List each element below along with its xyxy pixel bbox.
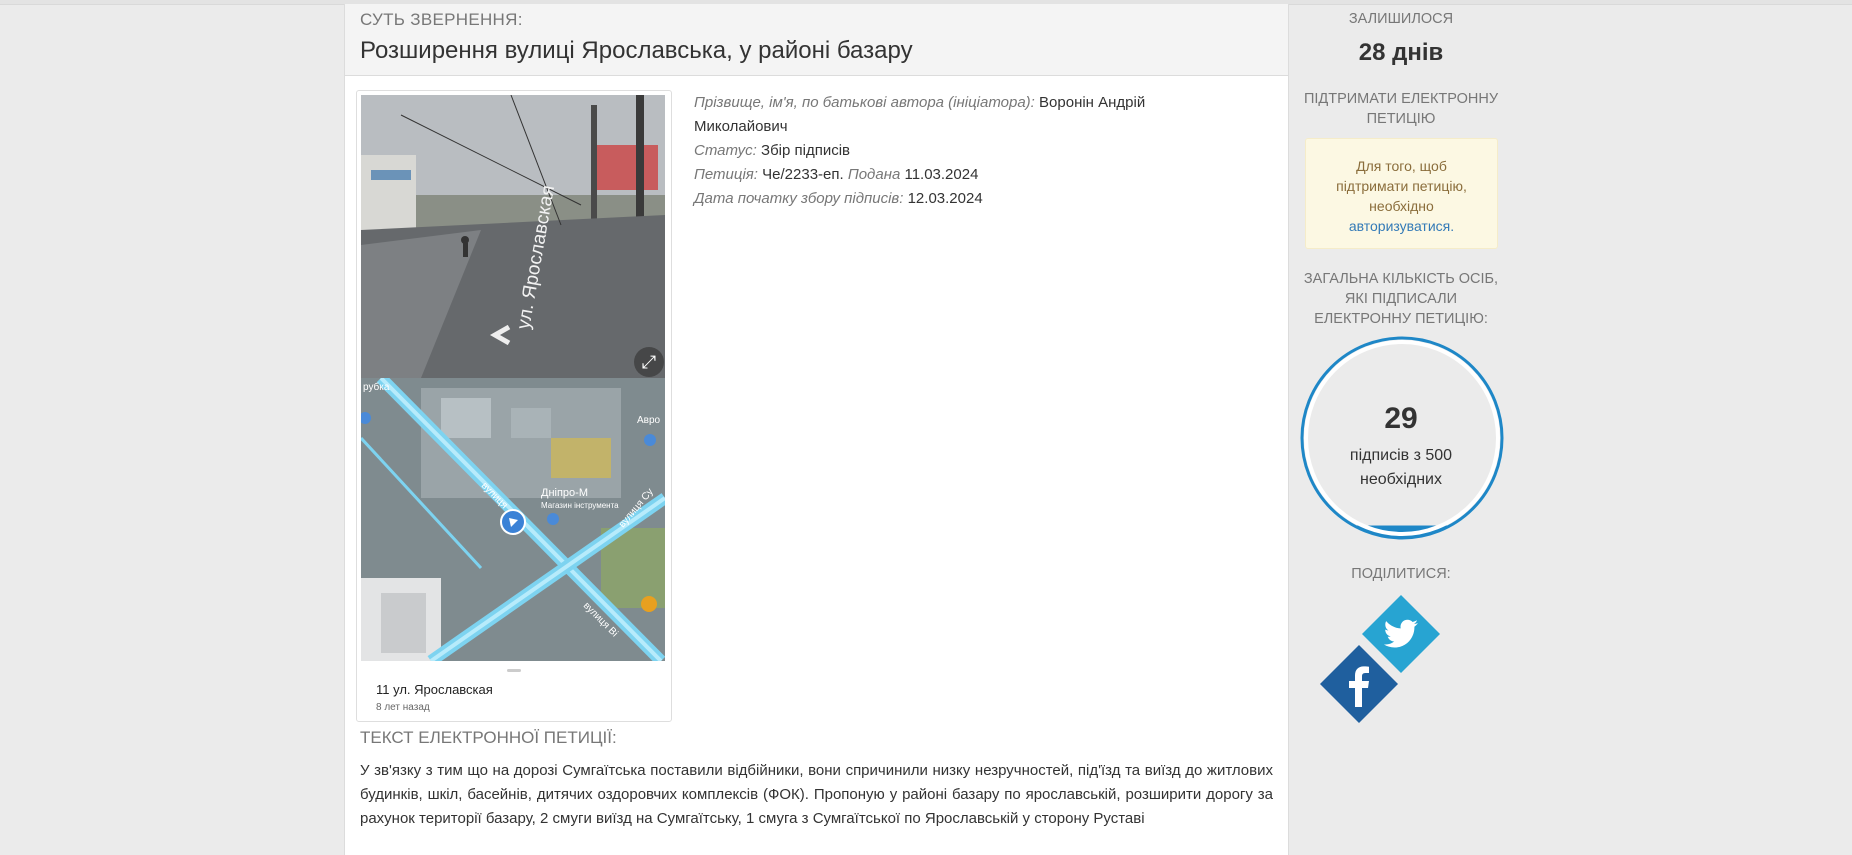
petition-header: СУТЬ ЗВЕРНЕННЯ: Розширення вулиці Яросла… [345, 4, 1288, 76]
petition-label: Петиція: [694, 166, 758, 183]
start-label: Дата початку збору підписів: [694, 190, 904, 207]
status-row: Статус: Збір підписів [694, 139, 850, 163]
status-label: Статус: [694, 142, 757, 159]
map-label-rubka: рубка [363, 381, 390, 393]
status-value: Збір підписів [761, 142, 851, 159]
signature-count: 29 [1384, 402, 1418, 435]
start-date-row: Дата початку збору підписів: 12.03.2024 [694, 187, 983, 211]
login-link[interactable]: авторизуватися. [1349, 218, 1454, 234]
share-label: ПОДІЛИТИСЯ: [1351, 566, 1451, 582]
map-image: Дніпро-М Магазин інструмента вулиця Су в… [361, 378, 665, 661]
submitted-label: Подана [847, 166, 901, 183]
notice-text: Для того, щоб підтримати петицію, необхі… [1336, 158, 1467, 214]
sidebar: ЗАЛИШИЛОСЯ 28 днів ПІДТРИМАТИ ЕЛЕКТРОННУ… [1290, 4, 1512, 855]
petition-main: СУТЬ ЗВЕРНЕННЯ: Розширення вулиці Яросла… [344, 4, 1289, 855]
section-label-essence: СУТЬ ЗВЕРНЕННЯ: [360, 10, 523, 29]
map-photo[interactable]: Дніпро-М Магазин інструмента вулиця Су в… [361, 378, 665, 661]
petition-text: У зв'язку з тим що на дорозі Сумгаїтська… [360, 762, 1273, 827]
remaining-label: ЗАЛИШИЛОСЯ [1348, 11, 1454, 27]
petition-value: Че/2233-еп. [762, 166, 844, 183]
facebook-share-button[interactable] [1320, 645, 1398, 723]
map-label-store: Магазин інструмента [541, 501, 619, 510]
support-label: ПІДТРИМАТИ ЕЛЕКТРОННУ ПЕТИЦІЮ [1303, 91, 1499, 127]
petition-number-row: Петиція: Че/2233-еп. Подана 11.03.2024 [694, 163, 978, 187]
page-title: Розширення вулиці Ярославська, у районі … [360, 37, 913, 64]
author-row: Прізвище, ім'я, по батькові автора (ініц… [694, 91, 1174, 139]
petition-text-label: ТЕКСТ ЕЛЕКТРОННОЇ ПЕТИЦІЇ: [360, 728, 617, 747]
start-value: 12.03.2024 [907, 190, 983, 207]
auth-notice: Для того, щоб підтримати петицію, необхі… [1305, 138, 1498, 249]
street-view-photo[interactable]: ул. Ярославская ⤢ [361, 95, 665, 378]
author-label: Прізвище, ім'я, по батькові автора (ініц… [694, 94, 1035, 111]
total-signers-label: ЗАГАЛЬНА КІЛЬКІСТЬ ОСІБ, ЯКІ ПІДПИСАЛИ Е… [1303, 271, 1499, 327]
photo-place-time: 8 лет назад [376, 702, 430, 713]
submitted-value: 11.03.2024 [904, 166, 979, 183]
street-view-image: ул. Ярославская [361, 95, 665, 378]
photo-place-name: 11 ул. Ярославская [376, 682, 493, 697]
drag-handle [507, 669, 521, 672]
photo-card[interactable]: ул. Ярославская ⤢ Дніпро-М Магазин інстр… [356, 90, 672, 722]
remaining-days: 28 днів [1358, 39, 1444, 66]
map-label-avro: Авро [637, 415, 661, 426]
signature-count-label: підписів з 500 необхідних [1349, 447, 1453, 488]
expand-icon[interactable]: ⤢ [634, 347, 664, 377]
map-label-dnipro: Дніпро-М [541, 487, 588, 499]
signature-progress-circle [1300, 336, 1504, 540]
